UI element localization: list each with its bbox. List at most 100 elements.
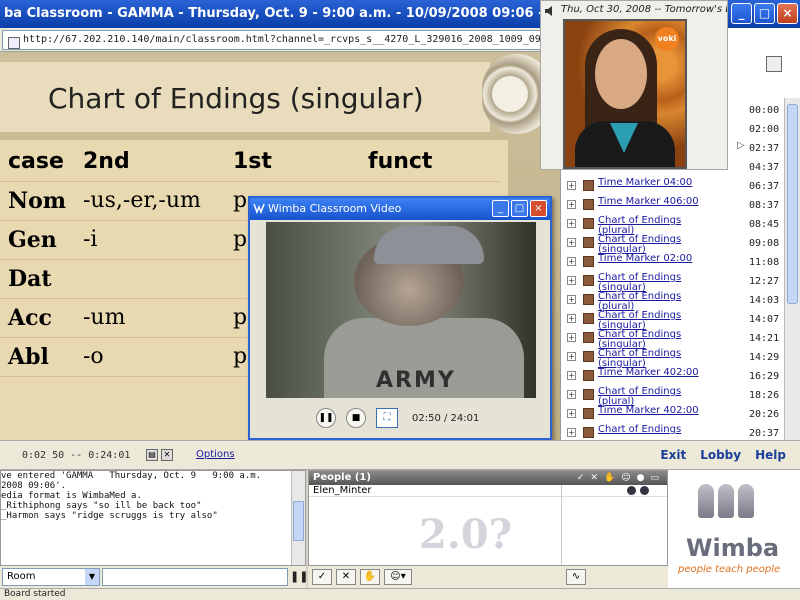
marker-label[interactable]: Time Marker 402:00 xyxy=(598,368,718,378)
marker-label[interactable]: Chart of Endings (singular) xyxy=(598,349,718,369)
fullscreen-button[interactable]: ⛶ xyxy=(376,408,398,428)
list-item[interactable]: + Chart of Endings (plural) 18:26 xyxy=(561,387,800,407)
list-item[interactable]: + Time Marker 04:00 06:37 xyxy=(561,178,800,196)
camera-icon[interactable]: ▭ xyxy=(650,471,659,485)
expand-icon[interactable]: + xyxy=(567,219,576,228)
expand-icon[interactable]: + xyxy=(567,238,576,247)
marker-label[interactable]: Chart of Endings (singular) xyxy=(598,273,718,293)
list-item[interactable]: + Chart of Endings 20:37 xyxy=(561,425,800,440)
scrollbar-thumb[interactable] xyxy=(787,104,798,304)
marker-label[interactable]: Chart of Endings (singular) xyxy=(598,311,718,331)
close-button[interactable]: × xyxy=(777,3,798,24)
marker-label[interactable]: Chart of Endings (plural) xyxy=(598,292,718,312)
list-item[interactable]: + Time Marker 406:00 08:37 xyxy=(561,197,800,215)
chat-input[interactable] xyxy=(102,568,288,586)
smiley-icon[interactable]: ☺ xyxy=(621,471,630,485)
cross-icon[interactable]: ✕ xyxy=(590,471,598,485)
list-item[interactable]: + Chart of Endings (singular) 14:21 xyxy=(561,330,800,350)
marker-label[interactable]: Chart of Endings (singular) xyxy=(598,235,718,255)
video-close-button[interactable]: × xyxy=(530,200,547,217)
marker-label[interactable]: Chart of Endings (plural) xyxy=(598,216,718,236)
video-time: 02:50 / 24:01 xyxy=(412,412,480,424)
chat-line: 2008 09:06'. xyxy=(1,481,67,491)
expand-icon[interactable]: + xyxy=(567,371,576,380)
marker-time: 14:21 xyxy=(749,333,780,344)
avatar-image[interactable]: voki xyxy=(563,19,687,169)
marker-label[interactable]: Time Marker 402:00 xyxy=(598,406,718,416)
list-item[interactable]: + Chart of Endings (plural) 14:03 xyxy=(561,292,800,312)
list-item[interactable]: + Time Marker 402:00 20:26 xyxy=(561,406,800,424)
pause-button[interactable]: ❚❚ xyxy=(316,408,336,428)
stop-button[interactable]: ■ xyxy=(346,408,366,428)
case-cell: Acc xyxy=(0,298,75,338)
maximize-button[interactable]: □ xyxy=(754,3,775,24)
mic-icon[interactable]: ● xyxy=(637,471,645,485)
room-select-value: Room xyxy=(7,571,36,582)
expand-icon[interactable]: + xyxy=(567,314,576,323)
watermark: 2.0? xyxy=(419,511,513,558)
video-maximize-button[interactable]: □ xyxy=(511,200,528,217)
scrollbar-thumb[interactable] xyxy=(293,501,304,541)
help-link[interactable]: Help xyxy=(755,448,786,462)
video-minimize-button[interactable]: _ xyxy=(492,200,509,217)
expand-icon[interactable]: + xyxy=(567,409,576,418)
pause-chat-icon[interactable]: ❚❚ xyxy=(290,570,308,583)
marker-time: 11:08 xyxy=(749,257,780,268)
expand-icon[interactable]: + xyxy=(567,200,576,209)
marker-label[interactable]: Chart of Endings (singular) xyxy=(598,330,718,350)
markers-scrollbar[interactable] xyxy=(784,98,800,440)
hand-icon[interactable]: ✋ xyxy=(604,471,615,485)
film-icon[interactable]: ▤ xyxy=(146,449,158,461)
list-item[interactable]: + Chart of Endings (plural) 08:45 xyxy=(561,216,800,236)
chat-scrollbar[interactable] xyxy=(291,471,305,565)
options-link[interactable]: Options xyxy=(196,449,235,460)
expand-icon[interactable]: + xyxy=(567,295,576,304)
chevron-down-icon[interactable]: ▼ xyxy=(85,569,99,585)
checkmark-icon[interactable]: ✓ xyxy=(577,471,585,485)
audio-level-button[interactable]: ∿ xyxy=(566,569,586,585)
expand-icon[interactable]: + xyxy=(567,428,576,437)
chat-input-row: Room ▼ ❚❚ xyxy=(0,566,308,588)
marker-label[interactable]: Chart of Endings xyxy=(598,425,718,435)
expand-icon[interactable]: + xyxy=(567,390,576,399)
expand-icon[interactable]: + xyxy=(567,257,576,266)
slide-icon xyxy=(583,427,594,438)
list-item[interactable]: + Chart of Endings (singular) 09:08 xyxy=(561,235,800,255)
emoticon-button[interactable]: ☺▾ xyxy=(384,569,412,585)
people-toolbar: ✓ ✕ ✋ ☺▾ ∿ xyxy=(308,566,668,588)
expand-icon[interactable]: + xyxy=(567,333,576,342)
chat-line: edia format is WimbaMed a. xyxy=(1,491,142,501)
room-select[interactable]: Room ▼ xyxy=(2,568,100,586)
detach-window-icon[interactable] xyxy=(766,56,782,72)
marker-label[interactable]: Time Marker 02:00 xyxy=(598,254,718,264)
side-toolbar xyxy=(728,28,800,98)
raise-hand-button[interactable]: ✋ xyxy=(360,569,380,585)
lobby-link[interactable]: Lobby xyxy=(700,448,741,462)
video-controls: ❚❚ ■ ⛶ 02:50 / 24:01 xyxy=(266,402,536,434)
marker-time: 02:37 xyxy=(749,143,780,154)
playback-time: 0:02 50 -- 0:24:01 xyxy=(22,450,131,461)
chat-log: ve entered 'GAMMA Thursday, Oct. 9 9:00 … xyxy=(0,470,306,566)
minimize-button[interactable]: _ xyxy=(731,3,752,24)
expand-icon[interactable]: + xyxy=(567,276,576,285)
list-item[interactable]: + Time Marker 02:00 11:08 xyxy=(561,254,800,272)
slide-icon xyxy=(583,389,594,400)
list-item[interactable]: + Chart of Endings (singular) 14:29 xyxy=(561,349,800,369)
marker-label[interactable]: Chart of Endings (plural) xyxy=(598,387,718,407)
marker-time: 18:26 xyxy=(749,390,780,401)
yes-button[interactable]: ✓ xyxy=(312,569,332,585)
volume-icon[interactable]: ✕ xyxy=(161,449,173,461)
list-item[interactable]: + Chart of Endings (singular) 12:27 xyxy=(561,273,800,293)
expand-icon[interactable]: + xyxy=(567,181,576,190)
marker-label[interactable]: Time Marker 04:00 xyxy=(598,178,718,188)
no-button[interactable]: ✕ xyxy=(336,569,356,585)
list-item[interactable]: + Time Marker 402:00 16:29 xyxy=(561,368,800,386)
video-title-bar: Wimba Classroom Video _ □ × xyxy=(250,198,550,220)
list-item[interactable]: + Chart of Endings (singular) 14:07 xyxy=(561,311,800,331)
header-1st: 1st xyxy=(225,142,360,182)
slide-icon xyxy=(583,180,594,191)
exit-link[interactable]: Exit xyxy=(660,448,686,462)
marker-label[interactable]: Time Marker 406:00 xyxy=(598,197,718,207)
slide-icon xyxy=(583,237,594,248)
expand-icon[interactable]: + xyxy=(567,352,576,361)
